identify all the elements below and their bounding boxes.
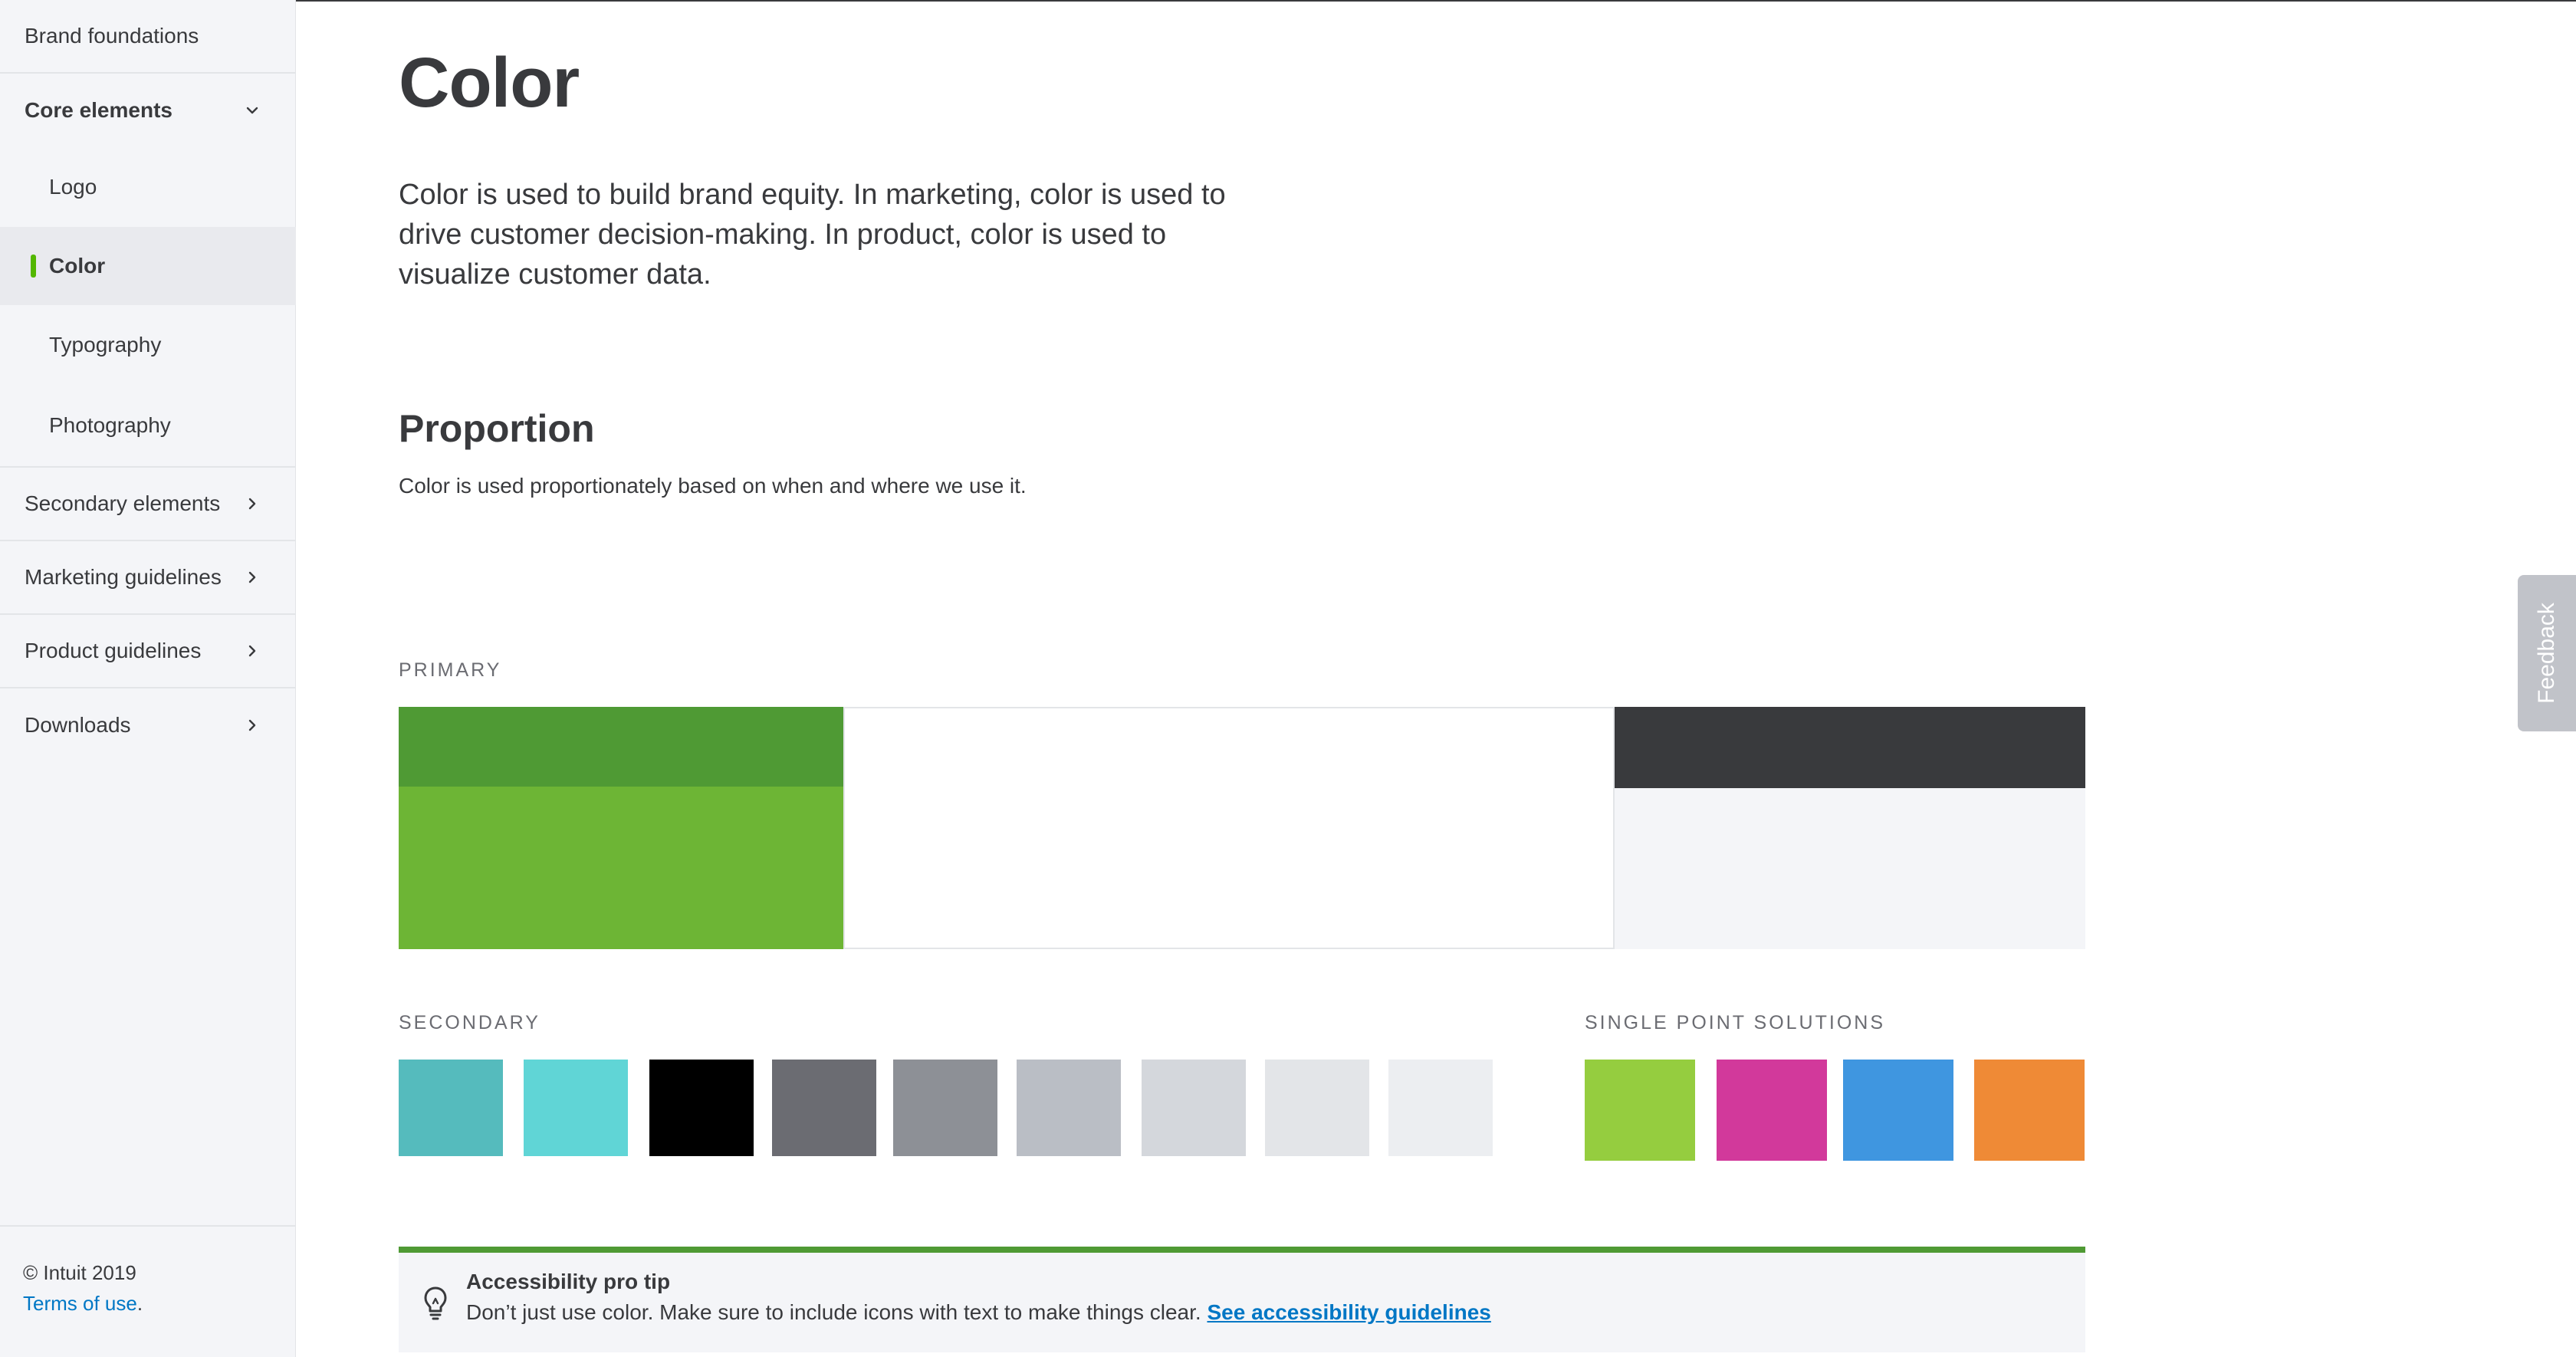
sidebar-footer: © Intuit 2019 Terms of use. bbox=[23, 1257, 143, 1319]
sidebar-item-logo[interactable]: Logo bbox=[0, 147, 296, 227]
secondary-swatch bbox=[649, 1060, 754, 1156]
primary-swatch-charcoal bbox=[1615, 707, 2085, 788]
main-content: Color Color is used to build brand equit… bbox=[296, 0, 2576, 1357]
sidebar-item-label: Core elements bbox=[25, 98, 172, 122]
sidebar-item-marketing-guidelines[interactable]: Marketing guidelines bbox=[0, 541, 296, 615]
sidebar-item-label: Typography bbox=[49, 333, 162, 356]
intro-text: Color is used to build brand equity. In … bbox=[399, 179, 1226, 291]
secondary-swatch bbox=[1142, 1060, 1246, 1156]
sidebar-item-label: Photography bbox=[49, 413, 171, 437]
page-title: Color bbox=[399, 44, 580, 122]
sidebar-item-color[interactable]: Color bbox=[0, 227, 296, 305]
terms-suffix: . bbox=[136, 1292, 143, 1315]
sidebar-item-label: Product guidelines bbox=[25, 639, 202, 662]
sidebar-item-downloads[interactable]: Downloads bbox=[0, 688, 296, 762]
lightbulb-icon bbox=[420, 1283, 451, 1322]
primary-swatch-green bbox=[399, 787, 843, 949]
sidebar-item-brand-foundations[interactable]: Brand foundations bbox=[0, 0, 296, 74]
secondary-swatch bbox=[893, 1060, 997, 1156]
sidebar-item-secondary-elements[interactable]: Secondary elements bbox=[0, 468, 296, 541]
sidebar-item-label: Marketing guidelines bbox=[25, 565, 222, 589]
chevron-down-icon bbox=[244, 102, 261, 119]
section-title-proportion: Proportion bbox=[399, 407, 595, 450]
footer-divider bbox=[0, 1225, 296, 1227]
sidebar-item-label: Brand foundations bbox=[25, 24, 199, 48]
tip-body: Don’t just use color. Make sure to inclu… bbox=[466, 1300, 1491, 1325]
secondary-swatch bbox=[1388, 1060, 1493, 1156]
sidebar: Brand foundations Core elements Logo Col… bbox=[0, 0, 296, 1357]
active-indicator bbox=[31, 255, 36, 278]
accessibility-guidelines-link[interactable]: See accessibility guidelines bbox=[1207, 1300, 1490, 1324]
sidebar-item-label: Color bbox=[49, 254, 106, 278]
tip-title: Accessibility pro tip bbox=[466, 1270, 671, 1293]
sidebar-item-core-elements[interactable]: Core elements bbox=[0, 74, 296, 147]
sidebar-item-label: Secondary elements bbox=[25, 491, 221, 515]
primary-label: PRIMARY bbox=[399, 659, 502, 681]
primary-swatch-white bbox=[843, 707, 1615, 949]
chevron-right-icon bbox=[244, 717, 261, 734]
sidebar-item-typography[interactable]: Typography bbox=[0, 305, 296, 385]
sidebar-item-product-guidelines[interactable]: Product guidelines bbox=[0, 615, 296, 688]
accessibility-tip: Accessibility pro tip Don’t just use col… bbox=[399, 1247, 2085, 1352]
secondary-swatch bbox=[772, 1060, 876, 1156]
feedback-tab[interactable]: Feedback bbox=[2518, 575, 2576, 731]
sidebar-item-label: Logo bbox=[49, 175, 97, 199]
single-point-swatch bbox=[1717, 1060, 1827, 1161]
terms-link[interactable]: Terms of use bbox=[23, 1292, 137, 1315]
tip-text: Don’t just use color. Make sure to inclu… bbox=[466, 1300, 1201, 1324]
section-description: Color is used proportionately based on w… bbox=[399, 474, 1027, 498]
secondary-label: SECONDARY bbox=[399, 1012, 540, 1033]
primary-swatch-light-gray bbox=[1615, 788, 2085, 949]
chevron-right-icon bbox=[244, 495, 261, 512]
primary-proportion-chart bbox=[399, 707, 2085, 949]
single-point-swatch bbox=[1974, 1060, 2085, 1161]
secondary-swatch bbox=[1265, 1060, 1369, 1156]
secondary-swatch bbox=[399, 1060, 503, 1156]
sidebar-item-photography[interactable]: Photography bbox=[0, 385, 296, 468]
secondary-swatch bbox=[1017, 1060, 1121, 1156]
single-point-label: SINGLE POINT SOLUTIONS bbox=[1585, 1012, 1886, 1033]
feedback-label: Feedback bbox=[2534, 603, 2559, 704]
primary-swatch-dark-green bbox=[399, 707, 843, 787]
sidebar-item-label: Downloads bbox=[25, 713, 131, 737]
chevron-right-icon bbox=[244, 642, 261, 659]
single-point-swatch bbox=[1585, 1060, 1695, 1161]
secondary-swatch bbox=[524, 1060, 628, 1156]
copyright: © Intuit 2019 bbox=[23, 1261, 136, 1284]
single-point-swatch bbox=[1843, 1060, 1953, 1161]
chevron-right-icon bbox=[244, 569, 261, 586]
